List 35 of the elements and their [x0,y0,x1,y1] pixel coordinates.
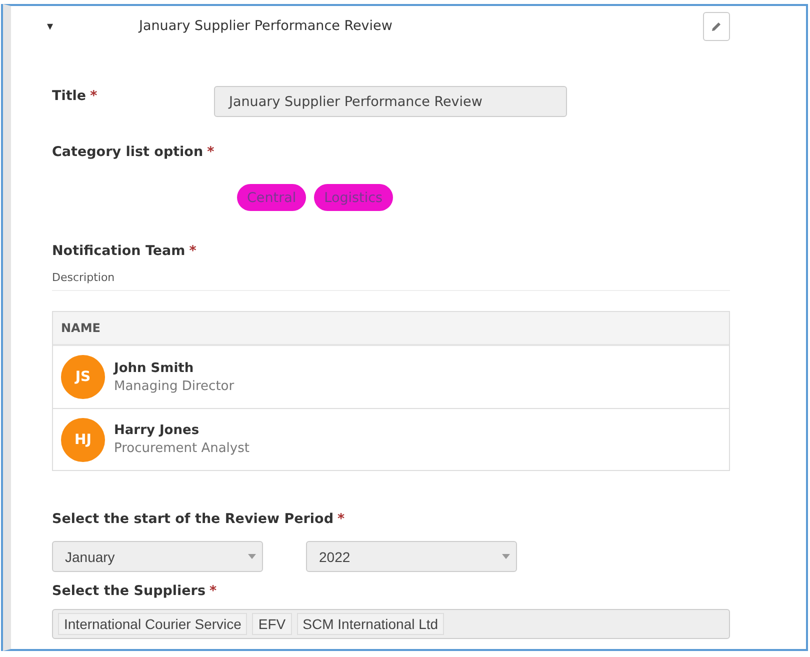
description-text: Description [52,271,730,291]
required-mark: * [338,511,345,527]
caret-icon [248,554,256,559]
field-label: Title [52,88,86,104]
category-tag: Logistics [314,184,393,211]
field-label: Select the Suppliers [52,583,206,599]
supplier-chip[interactable]: EFV [252,613,292,635]
dropdown-value: January [65,548,115,564]
supplier-chip[interactable]: International Courier Service [58,613,248,635]
person-name: John Smith [114,360,195,376]
person-role: Procurement Analyst [114,441,250,456]
column-header: NAME [61,321,100,335]
pencil-icon [711,20,722,32]
dropdown-value: 2022 [319,548,350,564]
section-title: January Supplier Performance Review [139,18,394,34]
edit-button[interactable] [703,12,730,40]
collapse-toggle[interactable]: ▾ [47,19,61,33]
caret-icon [502,554,510,559]
category-tag: Central [237,184,306,211]
dropdown[interactable]: January [52,541,263,572]
field-label: Category list option [52,144,204,160]
person-name: Harry Jones [114,423,200,438]
title-field[interactable]: January Supplier Performance Review [214,86,567,117]
field-label: Notification Team [52,243,186,259]
avatar: HJ [61,418,105,462]
required-mark: * [207,144,214,160]
supplier-chip[interactable]: SCM International Ltd [296,613,444,635]
dropdown[interactable]: 2022 [306,541,517,572]
required-mark: * [90,88,98,104]
required-mark: * [189,243,196,259]
avatar: JS [61,355,105,399]
person-role: Managing Director [114,378,234,394]
supplier-field[interactable]: International Courier Service EFV SCM International Ltd [52,609,730,639]
field-label: Select the start of the Review Period [52,511,334,527]
required-mark: * [210,583,217,599]
